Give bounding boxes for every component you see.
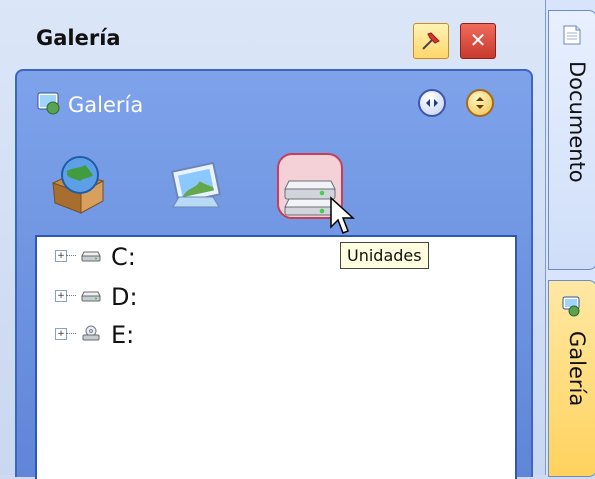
tree-item-label: E:: [111, 321, 135, 349]
side-tab-gallery[interactable]: Galería: [548, 280, 595, 477]
tree-connector: [66, 333, 76, 334]
left-right-arrow-icon: [426, 99, 438, 107]
document-icon: [563, 25, 581, 45]
inner-header: Galería: [17, 71, 531, 129]
tree-item-label: C:: [111, 243, 136, 271]
box-globe-tool[interactable]: [45, 151, 115, 221]
close-button[interactable]: ✕: [460, 23, 496, 59]
gallery-icon: [37, 92, 60, 115]
side-tab-label: Documento: [565, 61, 589, 183]
pin-button[interactable]: [413, 23, 449, 59]
inner-gallery-panel: Galería + C: + D: + E:: [15, 69, 533, 479]
up-down-nav-button[interactable]: [466, 89, 494, 117]
gallery-icon: [562, 296, 580, 317]
inner-title: Galería: [68, 93, 144, 117]
tooltip: Unidades: [340, 242, 429, 269]
tree-item-label: D:: [111, 283, 138, 311]
left-right-nav-button[interactable]: [418, 89, 446, 117]
picture-icon: [170, 161, 222, 208]
close-icon: ✕: [469, 28, 487, 52]
expand-icon[interactable]: +: [55, 328, 67, 340]
hard-drive-icon: [81, 251, 101, 262]
tree-connector: [66, 295, 76, 296]
side-dock: Documento Galería: [546, 0, 595, 477]
pin-icon: [422, 32, 440, 50]
panel-title: Galería: [36, 26, 121, 50]
tree-item-d[interactable]: + D:: [55, 283, 235, 311]
tree-item-c[interactable]: + C:: [55, 243, 235, 271]
side-tab-label: Galería: [565, 331, 589, 407]
tree-connector: [66, 255, 76, 256]
hard-drive-icon: [81, 291, 101, 302]
expand-icon[interactable]: +: [55, 290, 67, 302]
up-down-arrow-icon: [476, 97, 484, 109]
picture-tool[interactable]: [161, 151, 231, 221]
expand-icon[interactable]: +: [55, 250, 67, 262]
gallery-panel: Galería ✕ Galería + C: + D: + E: Unidade…: [0, 0, 546, 479]
box-globe-icon: [51, 156, 105, 214]
tree-item-e[interactable]: + E:: [55, 321, 235, 349]
cd-drive-icon: [82, 325, 100, 341]
mouse-cursor-icon: [330, 196, 355, 234]
side-tab-document[interactable]: Documento: [548, 10, 595, 270]
drive-tree: + C: + D: + E:: [35, 235, 517, 479]
